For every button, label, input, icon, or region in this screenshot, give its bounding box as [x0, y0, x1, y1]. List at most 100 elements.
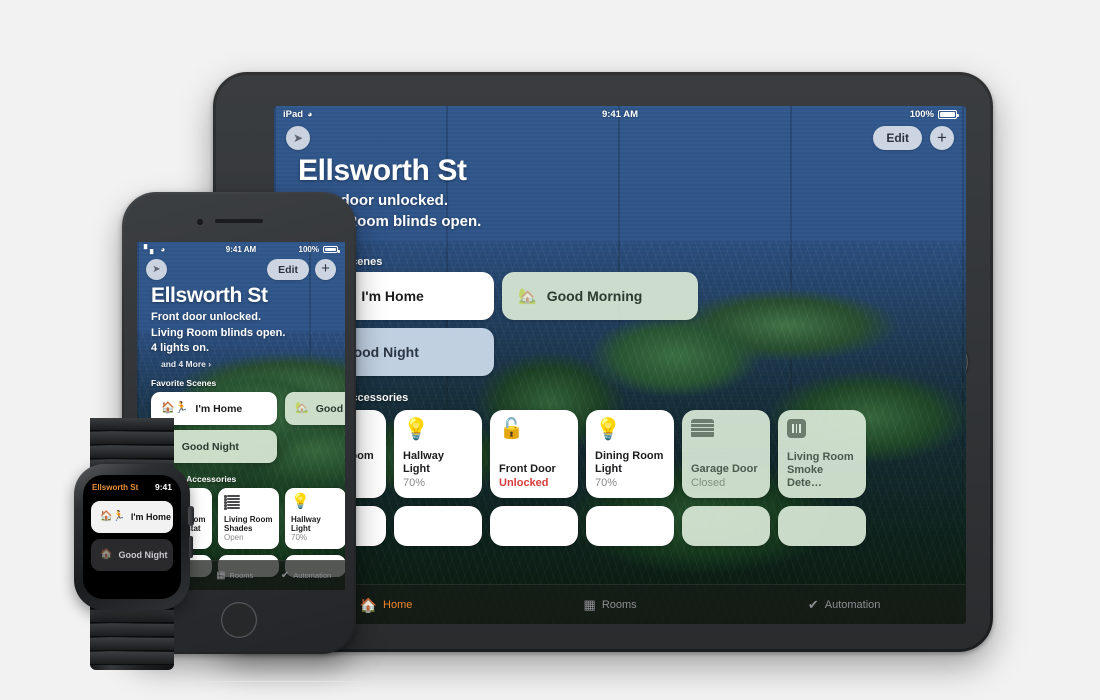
accessory-state: Closed — [691, 477, 726, 489]
ipad-clock: 9:41 AM — [601, 109, 639, 120]
accessory-dining-room-light[interactable]: 💡 Dining Room Light 70% — [586, 410, 674, 498]
lightbulb-icon: 💡 — [291, 493, 310, 510]
battery-icon — [323, 246, 340, 253]
watch-scene-im-home[interactable]: 🏠🏃 I'm Home — [91, 501, 173, 533]
tab-label: Home — [383, 598, 413, 611]
scene-label: Good Morning — [315, 402, 345, 415]
apple-watch-device: Ellsworth St 9:41 🏠🏃 I'm Home 🏠 Good Nig… — [66, 418, 196, 670]
accessory-state: Unlocked — [499, 477, 549, 489]
accessory-state: 70% — [403, 477, 426, 489]
house-walking-icon: 🏠🏃 — [100, 511, 125, 522]
automation-clock-icon: ✔ — [807, 597, 819, 612]
iphone-nav-actions: Edit + — [267, 259, 336, 280]
watch-scene-good-night[interactable]: 🏠 Good Night — [91, 539, 173, 571]
watch-screen: Ellsworth St 9:41 🏠🏃 I'm Home 🏠 Good Nig… — [83, 475, 181, 599]
scene-label: I'm Home — [195, 402, 243, 415]
blinds-icon — [224, 494, 273, 513]
accessory-front-door[interactable]: 🔓 Front Door Unlocked — [490, 410, 578, 498]
add-button[interactable]: + — [315, 259, 336, 280]
house-icon: 🏠 — [359, 596, 378, 613]
digital-crown[interactable] — [188, 506, 194, 526]
iphone-status-summary: Front door unlocked. Living Room blinds … — [151, 310, 285, 357]
accessory-name: Living Room Smoke Dete… — [787, 451, 854, 489]
iphone-scenes-heading: Favorite Scenes — [151, 378, 217, 388]
ipad-page-title: Ellsworth St — [298, 154, 467, 187]
smoke-detector-icon — [787, 419, 857, 449]
iphone-home-button[interactable] — [221, 602, 257, 638]
accessory-smoke-detector[interactable]: Living Room Smoke Dete… — [778, 410, 866, 498]
house-sun-icon: 🏡 — [295, 402, 309, 414]
iphone-earpiece-speaker — [215, 219, 263, 223]
lightbulb-icon: 💡 — [403, 418, 430, 441]
accessory-state: 70% — [595, 477, 618, 489]
accessory-name: Dining Room Light — [595, 450, 664, 475]
location-arrow-icon[interactable]: ➤ — [286, 126, 310, 150]
iphone-page-title: Ellsworth St — [151, 284, 268, 307]
iphone-battery-percent: 100% — [298, 245, 319, 254]
scene-label: I'm Home — [361, 288, 424, 304]
tab-home[interactable]: 🏠 Home — [360, 598, 413, 612]
watch-side-button[interactable] — [189, 536, 193, 558]
accessory-row-2-item[interactable] — [394, 506, 482, 546]
accessory-name: Hallway Light — [403, 450, 444, 475]
ipad-nav-actions: Edit + — [873, 126, 954, 150]
status-right: 100% — [298, 245, 340, 254]
status-line: Living Room blinds open. — [151, 326, 286, 339]
accessory-state: 70% — [291, 533, 308, 542]
house-moon-icon: 🏠 — [100, 549, 113, 560]
watch-home-title: Ellsworth St — [92, 482, 139, 492]
iphone-nav-bar: ➤ Edit + — [137, 257, 345, 285]
watch-clock: 9:41 — [154, 482, 172, 492]
tab-rooms[interactable]: ▦ Rooms — [584, 598, 637, 611]
scene-label: Good Night — [118, 550, 168, 560]
ipad-tab-bar: 🏠 Home ▦ Rooms ✔ Automation — [274, 584, 966, 624]
scene-good-morning[interactable]: 🏡 Good Morning — [285, 392, 345, 425]
accessory-row-2-item[interactable] — [682, 506, 770, 546]
scene-good-morning[interactable]: 🏡 Good Morning — [502, 272, 698, 320]
edit-button[interactable]: Edit — [873, 126, 922, 150]
accessory-state: Open — [224, 533, 244, 542]
accessory-row-2-item[interactable] — [586, 506, 674, 546]
house-walking-icon: 🏠🏃 — [161, 402, 189, 414]
accessory-row-2-item[interactable] — [778, 506, 866, 546]
house-sun-icon: 🏡 — [518, 287, 537, 305]
accessory-name: Living Room Shades — [224, 515, 273, 533]
lightbulb-icon: 💡 — [595, 418, 622, 441]
accessory-garage-door[interactable]: Garage Door Closed — [682, 410, 770, 498]
iphone-front-camera-icon — [197, 219, 203, 225]
watch-header: Ellsworth St 9:41 — [92, 482, 172, 492]
battery-icon — [938, 110, 959, 119]
page-divider — [168, 681, 932, 682]
rooms-grid-icon: ▦ — [216, 569, 226, 581]
scene-label: Good Morning — [546, 288, 643, 304]
tab-label: Rooms — [601, 598, 637, 611]
accessory-hallway-light[interactable]: 💡 Hallway Light 70% — [285, 488, 345, 549]
accessory-name: Hallway Light — [291, 515, 321, 533]
tab-label: Automation — [293, 571, 332, 580]
accessory-name: Garage Door — [691, 463, 758, 475]
ipad-status-bar: iPad ◕ 9:41 AM 100% — [274, 106, 966, 123]
automation-clock-icon: ✔ — [280, 569, 290, 581]
edit-button[interactable]: Edit — [267, 259, 309, 280]
tab-label: Automation — [824, 598, 881, 611]
accessory-hallway-light[interactable]: 💡 Hallway Light 70% — [394, 410, 482, 498]
status-line: Front door unlocked. — [151, 311, 261, 323]
watch-case: Ellsworth St 9:41 🏠🏃 I'm Home 🏠 Good Nig… — [74, 464, 194, 610]
accessory-living-room-shades[interactable]: Living Room Shades Open — [218, 488, 279, 549]
status-right: 100% — [910, 109, 959, 120]
add-button[interactable]: + — [930, 126, 954, 150]
rooms-grid-icon: ▦ — [583, 597, 596, 612]
tab-automation[interactable]: ✔ Automation — [280, 569, 332, 581]
iphone-status-bar: ▘▖ ◕ 9:41 AM 100% — [137, 242, 345, 257]
tab-label: Rooms — [229, 571, 254, 580]
tab-rooms[interactable]: ▦ Rooms — [216, 569, 254, 581]
garage-door-icon — [691, 419, 761, 449]
accessory-row-2-item[interactable] — [490, 506, 578, 546]
ipad-screen: iPad ◕ 9:41 AM 100% ➤ Edit + Ellsworth S… — [274, 106, 966, 624]
scene-label: I'm Home — [130, 512, 172, 522]
location-arrow-icon[interactable]: ➤ — [146, 259, 167, 280]
tab-automation[interactable]: ✔ Automation — [808, 598, 881, 611]
ipad-nav-bar: ➤ Edit + — [274, 123, 966, 155]
status-line: 4 lights on. — [151, 342, 210, 354]
and-more-link[interactable]: and 4 More › — [161, 359, 211, 369]
